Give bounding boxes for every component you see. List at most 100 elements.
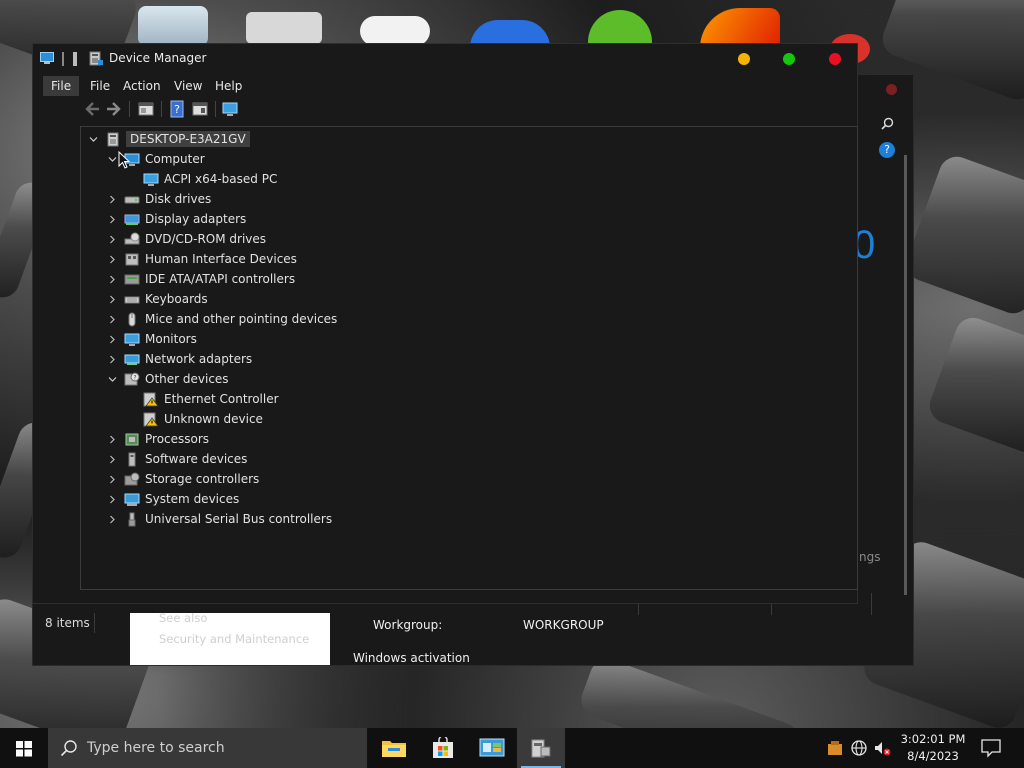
vertical-scrollbar[interactable] [904,155,907,595]
gamepad-desktop-icon[interactable] [360,16,430,46]
menu-help[interactable]: Help [207,76,250,96]
usb-icon [124,512,140,527]
dvd-drive-icon [124,232,140,247]
tree-category-label: Monitors [145,332,197,346]
tree-category[interactable]: System devices [106,489,239,509]
taskbar-search-box[interactable]: Type here to search [48,728,367,768]
expand-chevron-icon[interactable] [106,353,118,365]
tree-root[interactable]: DESKTOP-E3A21GV [87,129,250,149]
expand-chevron-icon[interactable] [106,193,118,205]
tree-category[interactable]: Monitors [106,329,197,349]
tree-category-label: Keyboards [145,292,208,306]
svg-text:?: ? [174,103,180,116]
title-bar[interactable]: Device Manager [33,44,857,74]
menu-view[interactable]: View [166,76,210,96]
taskbar-device-manager[interactable] [517,728,565,768]
start-button-windows-icon[interactable] [0,728,48,768]
scan-hardware-button-icon[interactable] [222,100,240,118]
expand-chevron-icon[interactable] [106,333,118,345]
clock-date: 8/4/2023 [907,749,959,763]
properties-button-icon[interactable] [137,100,155,118]
processor-icon [124,432,140,447]
storage-controller-icon [124,472,140,487]
recycle-bin-desktop-icon[interactable] [138,6,208,46]
network-globe-icon[interactable] [850,739,868,757]
tree-category[interactable]: Universal Serial Bus controllers [106,509,332,529]
ide-controller-icon [124,272,140,287]
tree-device[interactable]: Unknown device [143,409,263,429]
display-adapter-icon [124,212,140,227]
settings-link-fragment[interactable]: ngs [859,550,880,564]
back-button-icon[interactable] [83,100,101,118]
tree-category[interactable]: DVD/CD-ROM drives [106,229,266,249]
tree-category[interactable]: Software devices [106,449,247,469]
taskbar-microsoft-store[interactable] [419,728,467,768]
update-driver-button-icon[interactable] [191,100,209,118]
system-clock[interactable]: 3:02:01 PM 8/4/2023 [893,731,973,765]
tree-device[interactable]: Ethernet Controller [143,389,279,409]
menu-action[interactable]: Action [115,76,169,96]
toolbar-separator [215,101,216,117]
collapse-chevron-icon[interactable] [87,133,99,145]
tree-category[interactable]: Mice and other pointing devices [106,309,337,329]
expand-chevron-icon[interactable] [106,433,118,445]
action-center-icon[interactable] [980,738,1002,758]
menu-file[interactable]: File [43,76,80,96]
game-desktop-icon[interactable] [700,8,780,48]
tree-category[interactable]: ? Other devices [106,369,229,389]
device-manager-app-icon [89,51,103,66]
close-button[interactable] [829,53,841,65]
expand-chevron-icon[interactable] [106,313,118,325]
maximize-button[interactable] [783,53,795,65]
quick-access-icon[interactable] [73,52,77,66]
device-tree[interactable]: DESKTOP-E3A21GV Computer ACPI x64-based PC… [80,126,858,590]
tree-device[interactable]: ACPI x64-based PC [143,169,277,189]
expand-chevron-icon[interactable] [106,233,118,245]
tree-category[interactable]: Human Interface Devices [106,249,297,269]
collapse-chevron-icon[interactable] [106,153,118,165]
security-maintenance-link[interactable]: Security and Maintenance [159,632,309,646]
expand-chevron-icon[interactable] [106,473,118,485]
control-panel-icon [479,738,505,757]
tree-category[interactable]: Display adapters [106,209,246,229]
title-separator [62,52,64,66]
toolbar-separator [129,101,130,117]
mouse-icon [124,312,140,327]
forward-button-icon[interactable] [105,100,123,118]
folder-desktop-icon[interactable] [246,12,322,44]
collapse-chevron-icon[interactable] [106,373,118,385]
minimize-button[interactable] [738,53,750,65]
tree-category-label: System devices [145,492,240,506]
expand-chevron-icon[interactable] [106,213,118,225]
taskbar-control-panel[interactable] [468,728,516,768]
taskbar-file-explorer[interactable] [370,728,418,768]
search-placeholder: Type here to search [87,740,225,756]
expand-chevron-icon[interactable] [106,453,118,465]
see-also-panel: See also Security and Maintenance [130,611,330,665]
tree-device-label: ACPI x64-based PC [164,172,278,186]
volume-muted-icon[interactable] [873,739,891,757]
help-button-icon[interactable]: ? [168,100,186,118]
expand-chevron-icon[interactable] [106,273,118,285]
expand-chevron-icon[interactable] [106,493,118,505]
tree-category[interactable]: Keyboards [106,289,208,309]
tree-category-label: Human Interface Devices [145,252,297,266]
tree-category[interactable]: Processors [106,429,209,449]
mouse-cursor [118,151,130,169]
expand-chevron-icon[interactable] [106,253,118,265]
expand-chevron-icon[interactable] [106,513,118,525]
tree-root-label: DESKTOP-E3A21GV [126,131,250,147]
tree-category[interactable]: Storage controllers [106,469,259,489]
tree-category[interactable]: IDE ATA/ATAPI controllers [106,269,295,289]
tree-category[interactable]: Disk drives [106,189,211,209]
search-icon[interactable] [881,117,894,130]
menu-file-2[interactable]: File [82,76,118,96]
close-dot-icon[interactable] [886,84,897,95]
tree-category[interactable]: Network adapters [106,349,252,369]
window-system-icon[interactable] [40,52,54,65]
disk-drive-icon [124,192,140,207]
help-icon[interactable]: ? [879,142,895,158]
tray-app-icon[interactable] [826,739,844,757]
see-also-heading: See also [159,611,208,625]
expand-chevron-icon[interactable] [106,293,118,305]
